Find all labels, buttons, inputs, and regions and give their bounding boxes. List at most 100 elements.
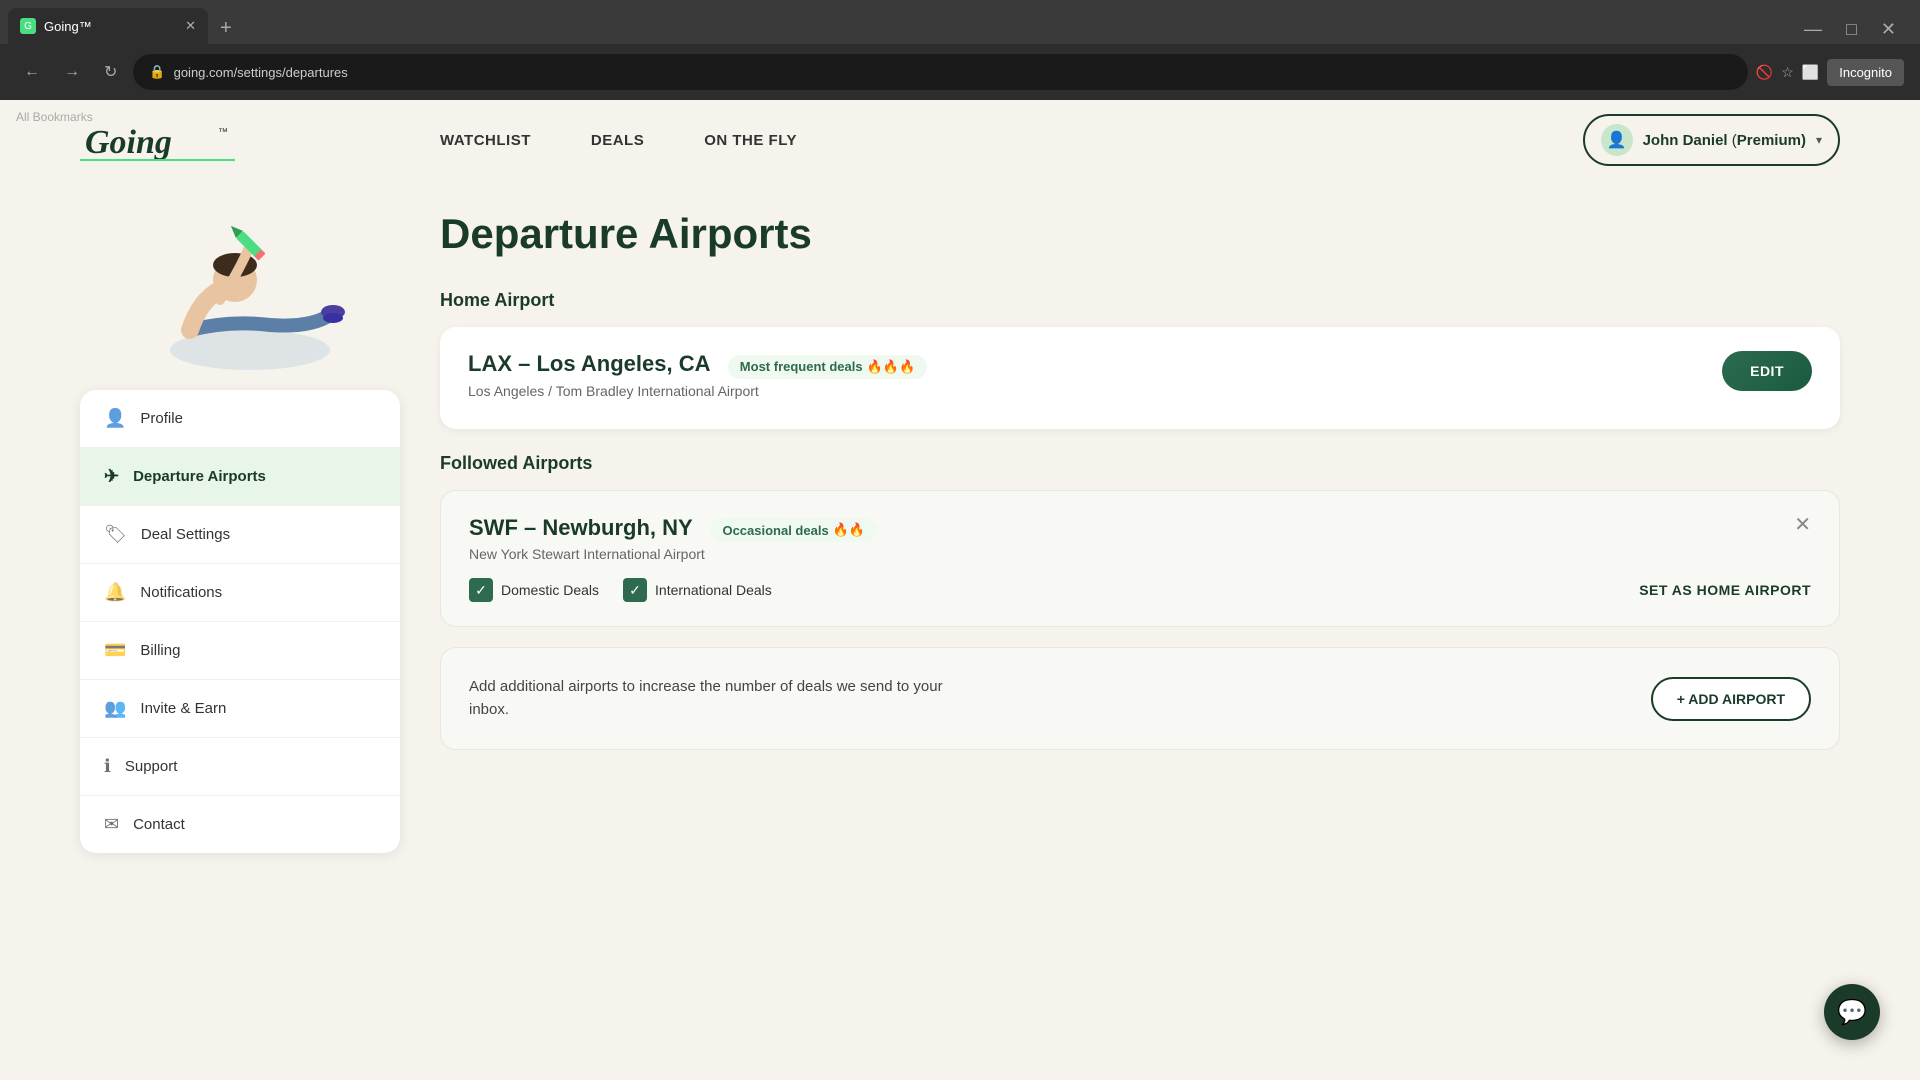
home-deal-badge: Most frequent deals 🔥🔥🔥 (728, 355, 927, 379)
sidebar-item-deal-settings[interactable]: 🏷 Deal Settings (80, 506, 400, 564)
home-airport-city: Los Angeles, CA (536, 351, 709, 376)
sidebar-item-departure-airports[interactable]: ✈ Departure Airports (80, 448, 400, 506)
url-text: going.com/settings/departures (174, 65, 348, 80)
sidebar-item-support[interactable]: ℹ Support (80, 738, 400, 796)
app-wrapper: Going ™ WATCHLIST DEALS ON THE FLY 👤 Joh… (0, 100, 1920, 1080)
sidebar-nav: 👤 Profile ✈ Departure Airports 🏷 Deal Se… (80, 390, 400, 853)
followed-deal-label: Occasional deals (722, 523, 828, 538)
main-content: Departure Airports Home Airport LAX – Lo… (440, 200, 1840, 853)
camera-off-icon: 🚫 (1756, 64, 1773, 81)
address-bar[interactable]: 🔒 going.com/settings/departures (133, 54, 1747, 90)
new-tab-button[interactable]: + (212, 13, 240, 44)
browser-chrome: G Going™ ✕ + — □ ✕ ← → ↻ 🔒 going.com/set… (0, 0, 1920, 100)
remove-followed-airport-button[interactable]: ✕ (1794, 515, 1811, 535)
sidebar-label-support: Support (125, 758, 178, 775)
international-deals-check: ✓ International Deals (623, 578, 772, 602)
sidebar-label-contact: Contact (133, 816, 185, 833)
followed-airports-section-title: Followed Airports (440, 453, 1840, 474)
active-tab[interactable]: G Going™ ✕ (8, 8, 208, 44)
sidebar: 👤 Profile ✈ Departure Airports 🏷 Deal Se… (80, 200, 400, 853)
logo-svg: Going ™ (80, 115, 240, 165)
home-airport-section-title: Home Airport (440, 290, 1840, 311)
info-icon: ℹ (104, 756, 111, 777)
sidebar-illustration (80, 200, 400, 400)
domestic-check-icon: ✓ (469, 578, 493, 602)
user-menu[interactable]: 👤 John Daniel (Premium) ▾ (1583, 114, 1840, 166)
sidebar-label-notifications: Notifications (140, 584, 222, 601)
sidebar-label-profile: Profile (140, 410, 183, 427)
followed-airport-code: SWF (469, 515, 518, 540)
followed-airport-card-0: SWF – Newburgh, NY Occasional deals 🔥🔥 N… (440, 490, 1840, 628)
toolbar-actions: 🚫 ☆ ⬜ Incognito (1756, 59, 1904, 86)
tab-title: Going™ (44, 19, 92, 34)
add-airport-button[interactable]: + ADD AIRPORT (1651, 677, 1811, 721)
home-airport-full-name: Los Angeles / Tom Bradley International … (468, 383, 927, 399)
sidebar-label-deal-settings: Deal Settings (141, 526, 230, 543)
svg-text:™: ™ (218, 127, 228, 138)
close-window-button[interactable]: ✕ (1873, 15, 1904, 44)
maximize-button[interactable]: □ (1838, 15, 1865, 44)
followed-deal-emoji: 🔥🔥 (833, 522, 865, 538)
sidebar-label-billing: Billing (140, 642, 180, 659)
sidebar-label-departure-airports: Departure Airports (133, 468, 266, 485)
home-airport-code: LAX (468, 351, 512, 376)
site-header: Going ™ WATCHLIST DEALS ON THE FLY 👤 Joh… (0, 100, 1920, 180)
airport-deals-row: ✓ Domestic Deals ✓ International Deals S… (469, 578, 1811, 602)
airplane-icon: ✈ (104, 466, 119, 487)
followed-deal-badge: Occasional deals 🔥🔥 (710, 518, 877, 542)
back-button[interactable]: ← (16, 57, 48, 87)
chat-button[interactable]: 💬 (1824, 984, 1880, 1040)
set-as-home-airport-button[interactable]: SET AS HOME AIRPORT (1639, 582, 1811, 598)
window-controls: — □ ✕ (1796, 15, 1912, 44)
bell-icon: 🔔 (104, 582, 126, 603)
nav-deals[interactable]: DEALS (591, 132, 644, 149)
profile-icon: 👤 (104, 408, 126, 429)
chevron-down-icon: ▾ (1816, 133, 1822, 147)
edit-home-airport-button[interactable]: EDIT (1722, 351, 1812, 391)
sidebar-item-contact[interactable]: ✉ Contact (80, 796, 400, 853)
domestic-deals-label: Domestic Deals (501, 582, 599, 598)
home-deal-emoji: 🔥🔥🔥 (867, 359, 916, 375)
followed-airport-city: Newburgh, NY (542, 515, 692, 540)
close-tab-button[interactable]: ✕ (185, 18, 196, 34)
browser-toolbar: ← → ↻ 🔒 going.com/settings/departures 🚫 … (0, 44, 1920, 100)
minimize-button[interactable]: — (1796, 15, 1830, 44)
add-airport-description: Add additional airports to increase the … (469, 676, 969, 721)
international-check-icon: ✓ (623, 578, 647, 602)
forward-button[interactable]: → (56, 57, 88, 87)
incognito-button[interactable]: Incognito (1827, 59, 1904, 86)
content-area: 👤 Profile ✈ Departure Airports 🏷 Deal Se… (0, 200, 1920, 853)
illustration-svg (90, 200, 390, 400)
sidebar-label-invite-earn: Invite & Earn (140, 700, 226, 717)
home-deal-label: Most frequent deals (740, 359, 863, 374)
bookmark-icon[interactable]: ☆ (1781, 64, 1794, 81)
tab-bar: G Going™ ✕ + — □ ✕ (0, 0, 1920, 44)
followed-airport-code-name: SWF – Newburgh, NY Occasional deals 🔥🔥 (469, 515, 877, 543)
home-airport-info: LAX – Los Angeles, CA Most frequent deal… (468, 351, 927, 399)
users-icon: 👥 (104, 698, 126, 719)
display-icon: ⬜ (1802, 64, 1819, 81)
international-deals-label: International Deals (655, 582, 772, 598)
sidebar-item-invite-earn[interactable]: 👥 Invite & Earn (80, 680, 400, 738)
sidebar-item-billing[interactable]: 💳 Billing (80, 622, 400, 680)
sidebar-item-notifications[interactable]: 🔔 Notifications (80, 564, 400, 622)
followed-airport-info: SWF – Newburgh, NY Occasional deals 🔥🔥 N… (469, 515, 877, 563)
nav-on-the-fly[interactable]: ON THE FLY (704, 132, 797, 149)
chat-icon: 💬 (1837, 998, 1867, 1027)
main-nav: WATCHLIST DEALS ON THE FLY (440, 132, 1583, 149)
user-name: John Daniel (Premium) (1643, 132, 1806, 149)
avatar: 👤 (1601, 124, 1633, 156)
home-airport-header: LAX – Los Angeles, CA Most frequent deal… (468, 351, 1812, 399)
home-airport-card: LAX – Los Angeles, CA Most frequent deal… (440, 327, 1840, 429)
logo[interactable]: Going ™ (80, 115, 240, 165)
page-title: Departure Airports (440, 210, 1840, 258)
mail-icon: ✉ (104, 814, 119, 835)
nav-watchlist[interactable]: WATCHLIST (440, 132, 531, 149)
home-airport-code-name: LAX – Los Angeles, CA Most frequent deal… (468, 351, 927, 379)
refresh-button[interactable]: ↻ (96, 56, 125, 88)
domestic-deals-check: ✓ Domestic Deals (469, 578, 599, 602)
followed-airport-full-name: New York Stewart International Airport (469, 546, 877, 562)
followed-airport-header: SWF – Newburgh, NY Occasional deals 🔥🔥 N… (469, 515, 1811, 563)
card-icon: 💳 (104, 640, 126, 661)
add-airport-card: Add additional airports to increase the … (440, 647, 1840, 750)
